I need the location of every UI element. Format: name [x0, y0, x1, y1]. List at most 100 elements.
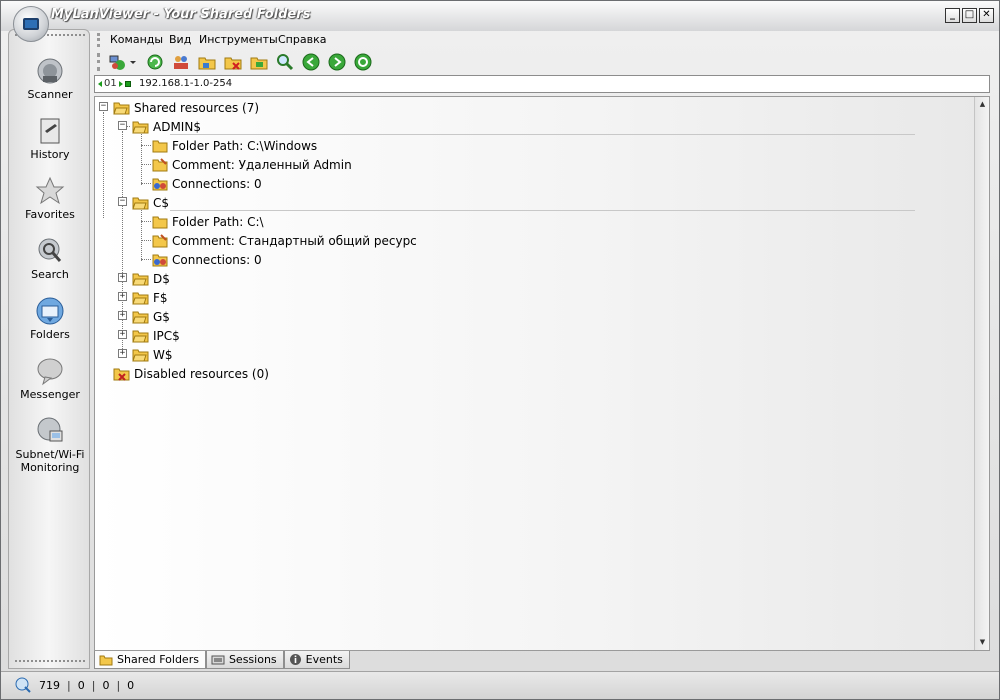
- toolbar: [94, 51, 998, 73]
- tree-connector: [141, 131, 142, 185]
- expand-share-button[interactable]: +: [118, 311, 127, 320]
- tree-share-admin[interactable]: ADMIN$: [132, 117, 201, 136]
- sessions-icon: [211, 655, 225, 664]
- ip-range-field[interactable]: 01 192.168.1-1.0-254: [94, 75, 990, 93]
- info-icon: [289, 654, 301, 665]
- expand-share-button[interactable]: +: [118, 330, 127, 339]
- vertical-scrollbar[interactable]: ▲ ▼: [974, 97, 989, 650]
- prev-arrow-icon[interactable]: [98, 80, 102, 87]
- menu-commands[interactable]: Команды: [110, 33, 163, 46]
- menu-tools[interactable]: Инструменты: [199, 33, 278, 46]
- tab-events[interactable]: Events: [283, 651, 350, 669]
- expand-share-button[interactable]: +: [118, 273, 127, 282]
- tree-share-f[interactable]: F$: [132, 288, 168, 307]
- toolbar-grip[interactable]: [97, 53, 100, 71]
- tree-detail-comment[interactable]: Comment: Стандартный общий ресурс: [152, 231, 417, 250]
- range-selector[interactable]: 01: [98, 78, 131, 89]
- tree-share-d[interactable]: D$: [132, 269, 170, 288]
- tree-share-w[interactable]: W$: [132, 345, 173, 364]
- computers-icon[interactable]: [108, 53, 126, 71]
- scanner-icon: [37, 58, 63, 84]
- users-icon[interactable]: [172, 53, 190, 71]
- title-bar[interactable]: MyLanViewer - Your Shared Folders _ □ ✕: [1, 1, 999, 31]
- maximize-button[interactable]: □: [962, 8, 977, 23]
- reload-icon[interactable]: [354, 53, 372, 71]
- shared-folder-icon: [113, 102, 130, 115]
- sidebar-item-label: Favorites: [25, 208, 75, 221]
- status-square-icon: [124, 80, 131, 87]
- sidebar-item-label: Search: [31, 268, 69, 281]
- sidebar-item-search[interactable]: Search: [9, 236, 91, 281]
- refresh-icon[interactable]: [146, 53, 164, 71]
- tree-detail-connections[interactable]: Connections: 0: [152, 174, 262, 193]
- tree-detail-path[interactable]: Folder Path: C:\Windows: [152, 136, 317, 155]
- history-icon: [40, 118, 60, 144]
- shared-resources-tree[interactable]: − Shared resources (7) − ADMIN$ Folder P…: [94, 96, 990, 651]
- tab-shared-folders[interactable]: Shared Folders: [94, 651, 206, 669]
- tree-share-ipc[interactable]: IPC$: [132, 326, 180, 345]
- sidebar-item-label: History: [30, 148, 70, 161]
- sidebar-item-monitoring[interactable]: Subnet/Wi-Fi Monitoring: [9, 416, 91, 474]
- sidebar-item-history[interactable]: History: [9, 116, 91, 161]
- share-name: ADMIN$: [153, 119, 201, 134]
- folder-delete-icon[interactable]: [224, 53, 242, 71]
- expand-share-button[interactable]: +: [118, 292, 127, 301]
- menu-grip[interactable]: [97, 33, 100, 47]
- next-arrow-icon[interactable]: [118, 80, 123, 87]
- forward-icon[interactable]: [328, 53, 346, 71]
- sidebar-item-label: Folders: [30, 328, 70, 341]
- minimize-button[interactable]: _: [945, 8, 960, 23]
- expand-share-button[interactable]: +: [118, 349, 127, 358]
- window-title: MyLanViewer - Your Shared Folders: [51, 7, 311, 22]
- folder-comment-icon: [152, 233, 168, 247]
- sidebar-item-messenger[interactable]: Messenger: [9, 356, 91, 401]
- tree-share-c[interactable]: C$: [132, 193, 169, 212]
- collapse-share-button[interactable]: −: [118, 121, 127, 130]
- detail-label: Connections: 0: [172, 176, 262, 191]
- view-tabs: Shared Folders Sessions Events: [94, 651, 350, 669]
- tree-connector: [103, 112, 104, 218]
- tree-connector: [141, 207, 142, 261]
- tree-disabled-resources[interactable]: Disabled resources (0): [113, 364, 269, 383]
- network-status-icon: [15, 677, 31, 693]
- folder-open-icon[interactable]: [250, 53, 268, 71]
- tree-detail-connections[interactable]: Connections: 0: [152, 250, 262, 269]
- shared-folder-icon: [132, 349, 149, 362]
- scroll-down-icon[interactable]: ▼: [976, 636, 989, 649]
- menu-help[interactable]: Справка: [278, 33, 326, 46]
- detail-label: Connections: 0: [172, 252, 262, 267]
- menu-view[interactable]: Вид: [169, 33, 191, 46]
- tree-detail-path[interactable]: Folder Path: C:\: [152, 212, 264, 231]
- sidebar-item-label: Subnet/Wi-Fi: [15, 448, 85, 461]
- row-separator: [170, 210, 915, 211]
- tab-sessions[interactable]: Sessions: [205, 651, 284, 669]
- messenger-icon: [37, 358, 63, 386]
- close-button[interactable]: ✕: [979, 8, 994, 23]
- folder-icon: [152, 140, 168, 152]
- range-number: 01: [104, 78, 117, 89]
- monitoring-icon: [37, 417, 63, 442]
- tree-detail-comment[interactable]: Comment: Удаленный Admin: [152, 155, 352, 174]
- status-field-3: 0: [102, 679, 110, 692]
- shared-folder-icon: [99, 655, 113, 665]
- collapse-share-button[interactable]: −: [118, 197, 127, 206]
- tree-root[interactable]: Shared resources (7): [113, 98, 259, 117]
- sidebar-item-favorites[interactable]: Favorites: [9, 176, 91, 221]
- share-name: W$: [153, 347, 173, 362]
- status-field-2: 0: [77, 679, 85, 692]
- ip-range-value: 192.168.1-1.0-254: [139, 78, 233, 89]
- sidebar-item-folders[interactable]: Folders: [9, 296, 91, 341]
- search-icon[interactable]: [276, 53, 294, 71]
- status-field-4: 0: [127, 679, 135, 692]
- back-icon[interactable]: [302, 53, 320, 71]
- folder-icon[interactable]: [198, 53, 216, 71]
- window-controls: _ □ ✕: [945, 8, 994, 23]
- tree-root-label: Shared resources (7): [134, 100, 260, 115]
- tree-share-g[interactable]: G$: [132, 307, 170, 326]
- dropdown-arrow-icon[interactable]: [128, 53, 138, 71]
- app-logo-icon[interactable]: [13, 6, 49, 42]
- scroll-up-icon[interactable]: ▲: [976, 98, 989, 111]
- sidebar-item-scanner[interactable]: Scanner: [9, 56, 91, 101]
- search-icon: [38, 238, 62, 262]
- collapse-root-button[interactable]: −: [99, 102, 108, 111]
